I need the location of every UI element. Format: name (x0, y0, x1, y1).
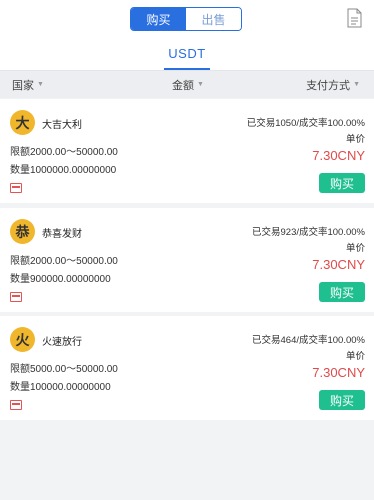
trade-stats: 已交易923/成交率100.00% (252, 227, 365, 238)
coin-tabs: USDT (0, 38, 374, 70)
sell-segment[interactable]: 出售 (186, 8, 241, 30)
unit-price: 7.30CNY (312, 365, 365, 380)
top-bar: 购买 出售 (0, 0, 374, 38)
bank-card-icon (10, 292, 22, 302)
unit-price-label: 单价 (345, 351, 365, 362)
unit-price: 7.30CNY (312, 257, 365, 272)
tab-usdt[interactable]: USDT (164, 46, 211, 70)
buy-sell-toggle: 购买 出售 (130, 7, 242, 31)
document-icon[interactable] (347, 8, 362, 28)
country-filter[interactable]: 国家 ▼ (12, 77, 44, 93)
buy-segment[interactable]: 购买 (131, 8, 186, 30)
country-filter-label: 国家 (12, 79, 34, 92)
payment-filter[interactable]: 支付方式 ▼ (306, 77, 360, 93)
trade-stats: 已交易464/成交率100.00% (252, 335, 365, 346)
quantity: 数量1000000.00000000 (10, 165, 117, 176)
bank-card-icon (10, 400, 22, 410)
listing-card: 火 火速放行 已交易464/成交率100.00% 单价 限额5000.00～50… (0, 316, 374, 420)
merchant-name: 火速放行 (42, 337, 82, 348)
quantity: 数量900000.00000000 (10, 274, 111, 285)
caret-down-icon: ▼ (353, 81, 360, 88)
merchant-name: 恭喜发财 (42, 229, 82, 240)
avatar: 恭 (10, 219, 35, 244)
amount-filter[interactable]: 金额 ▼ (172, 77, 204, 93)
quantity: 数量100000.00000000 (10, 382, 111, 393)
unit-price-label: 单价 (345, 134, 365, 145)
buy-button[interactable]: 购买 (319, 390, 365, 410)
avatar: 火 (10, 327, 35, 352)
unit-price-label: 单价 (345, 243, 365, 254)
caret-down-icon: ▼ (197, 81, 204, 88)
trade-stats: 已交易1050/成交率100.00% (246, 118, 365, 129)
filter-header: 国家 ▼ 金额 ▼ 支付方式 ▼ (0, 70, 374, 98)
amount-filter-label: 金额 (172, 79, 194, 92)
limit-range: 限额5000.00～50000.00 (10, 364, 118, 375)
limit-range: 限额2000.00～50000.00 (10, 147, 118, 158)
avatar: 大 (10, 110, 35, 135)
buy-button[interactable]: 购买 (319, 282, 365, 302)
merchant-name: 大吉大利 (42, 120, 82, 131)
listing-card: 大 大吉大利 已交易1050/成交率100.00% 单价 限额2000.00～5… (0, 99, 374, 203)
listing-card: 恭 恭喜发财 已交易923/成交率100.00% 单价 限额2000.00～50… (0, 208, 374, 312)
limit-range: 限额2000.00～50000.00 (10, 256, 118, 267)
caret-down-icon: ▼ (37, 81, 44, 88)
payment-filter-label: 支付方式 (306, 79, 351, 92)
unit-price: 7.30CNY (312, 148, 365, 163)
bank-card-icon (10, 183, 22, 193)
buy-button[interactable]: 购买 (319, 173, 365, 193)
